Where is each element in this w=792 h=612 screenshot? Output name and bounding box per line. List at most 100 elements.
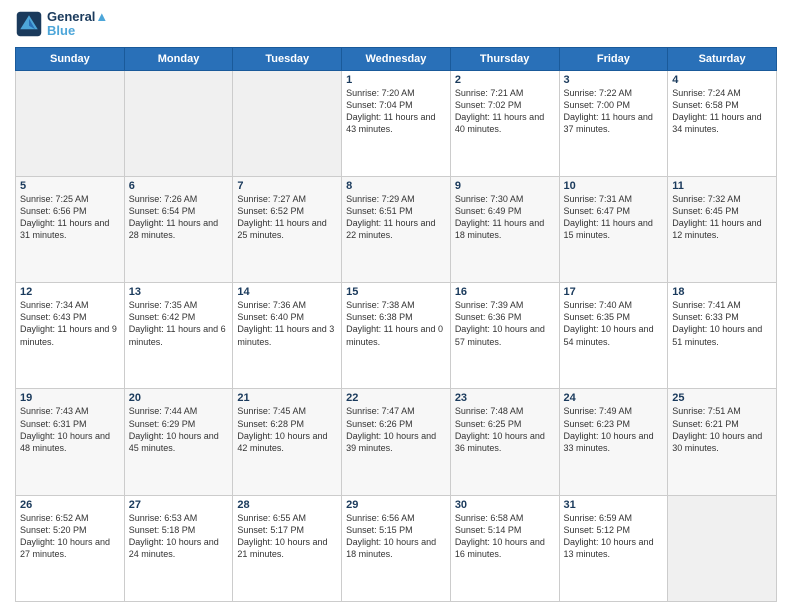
day-info: Sunrise: 7:39 AMSunset: 6:36 PMDaylight:… [455, 299, 555, 348]
day-info: Sunrise: 7:34 AMSunset: 6:43 PMDaylight:… [20, 299, 120, 348]
calendar-cell: 5 Sunrise: 7:25 AMSunset: 6:56 PMDayligh… [16, 176, 125, 282]
day-info: Sunrise: 7:27 AMSunset: 6:52 PMDaylight:… [237, 193, 337, 242]
day-number: 9 [455, 180, 555, 192]
day-info: Sunrise: 7:51 AMSunset: 6:21 PMDaylight:… [672, 405, 772, 454]
day-number: 11 [672, 180, 772, 192]
calendar-cell: 18 Sunrise: 7:41 AMSunset: 6:33 PMDaylig… [668, 283, 777, 389]
calendar-cell: 22 Sunrise: 7:47 AMSunset: 6:26 PMDaylig… [342, 389, 451, 495]
calendar-cell [233, 70, 342, 176]
calendar-cell: 1 Sunrise: 7:20 AMSunset: 7:04 PMDayligh… [342, 70, 451, 176]
day-number: 12 [20, 286, 120, 298]
calendar-cell: 27 Sunrise: 6:53 AMSunset: 5:18 PMDaylig… [124, 495, 233, 601]
day-info: Sunrise: 7:48 AMSunset: 6:25 PMDaylight:… [455, 405, 555, 454]
calendar-cell: 11 Sunrise: 7:32 AMSunset: 6:45 PMDaylig… [668, 176, 777, 282]
day-number: 23 [455, 392, 555, 404]
day-info: Sunrise: 7:49 AMSunset: 6:23 PMDaylight:… [564, 405, 664, 454]
calendar-cell: 28 Sunrise: 6:55 AMSunset: 5:17 PMDaylig… [233, 495, 342, 601]
day-info: Sunrise: 7:35 AMSunset: 6:42 PMDaylight:… [129, 299, 229, 348]
calendar-cell: 17 Sunrise: 7:40 AMSunset: 6:35 PMDaylig… [559, 283, 668, 389]
day-number: 22 [346, 392, 446, 404]
calendar-cell [124, 70, 233, 176]
day-number: 5 [20, 180, 120, 192]
day-info: Sunrise: 7:45 AMSunset: 6:28 PMDaylight:… [237, 405, 337, 454]
calendar-cell [16, 70, 125, 176]
calendar-cell: 25 Sunrise: 7:51 AMSunset: 6:21 PMDaylig… [668, 389, 777, 495]
day-number: 18 [672, 286, 772, 298]
day-info: Sunrise: 7:43 AMSunset: 6:31 PMDaylight:… [20, 405, 120, 454]
day-number: 14 [237, 286, 337, 298]
day-number: 25 [672, 392, 772, 404]
day-info: Sunrise: 6:52 AMSunset: 5:20 PMDaylight:… [20, 512, 120, 561]
logo-icon [15, 10, 43, 38]
calendar-cell: 16 Sunrise: 7:39 AMSunset: 6:36 PMDaylig… [450, 283, 559, 389]
day-info: Sunrise: 7:40 AMSunset: 6:35 PMDaylight:… [564, 299, 664, 348]
day-number: 29 [346, 499, 446, 511]
day-info: Sunrise: 7:20 AMSunset: 7:04 PMDaylight:… [346, 87, 446, 136]
calendar-cell: 10 Sunrise: 7:31 AMSunset: 6:47 PMDaylig… [559, 176, 668, 282]
day-number: 17 [564, 286, 664, 298]
day-number: 24 [564, 392, 664, 404]
weekday-header: Friday [559, 47, 668, 70]
calendar-cell: 13 Sunrise: 7:35 AMSunset: 6:42 PMDaylig… [124, 283, 233, 389]
weekday-header: Saturday [668, 47, 777, 70]
day-info: Sunrise: 7:32 AMSunset: 6:45 PMDaylight:… [672, 193, 772, 242]
calendar-cell: 26 Sunrise: 6:52 AMSunset: 5:20 PMDaylig… [16, 495, 125, 601]
calendar-cell: 15 Sunrise: 7:38 AMSunset: 6:38 PMDaylig… [342, 283, 451, 389]
day-info: Sunrise: 7:29 AMSunset: 6:51 PMDaylight:… [346, 193, 446, 242]
day-info: Sunrise: 7:47 AMSunset: 6:26 PMDaylight:… [346, 405, 446, 454]
day-info: Sunrise: 7:36 AMSunset: 6:40 PMDaylight:… [237, 299, 337, 348]
day-info: Sunrise: 7:30 AMSunset: 6:49 PMDaylight:… [455, 193, 555, 242]
calendar-cell: 19 Sunrise: 7:43 AMSunset: 6:31 PMDaylig… [16, 389, 125, 495]
day-number: 19 [20, 392, 120, 404]
day-info: Sunrise: 6:53 AMSunset: 5:18 PMDaylight:… [129, 512, 229, 561]
day-number: 31 [564, 499, 664, 511]
weekday-header: Wednesday [342, 47, 451, 70]
calendar-cell: 21 Sunrise: 7:45 AMSunset: 6:28 PMDaylig… [233, 389, 342, 495]
day-info: Sunrise: 7:25 AMSunset: 6:56 PMDaylight:… [20, 193, 120, 242]
day-info: Sunrise: 6:55 AMSunset: 5:17 PMDaylight:… [237, 512, 337, 561]
logo: General▲ Blue [15, 10, 108, 39]
weekday-header: Tuesday [233, 47, 342, 70]
day-info: Sunrise: 7:22 AMSunset: 7:00 PMDaylight:… [564, 87, 664, 136]
day-info: Sunrise: 6:59 AMSunset: 5:12 PMDaylight:… [564, 512, 664, 561]
day-info: Sunrise: 6:58 AMSunset: 5:14 PMDaylight:… [455, 512, 555, 561]
calendar-cell [668, 495, 777, 601]
calendar-table: SundayMondayTuesdayWednesdayThursdayFrid… [15, 47, 777, 602]
day-number: 27 [129, 499, 229, 511]
day-info: Sunrise: 7:31 AMSunset: 6:47 PMDaylight:… [564, 193, 664, 242]
day-number: 4 [672, 74, 772, 86]
calendar-cell: 7 Sunrise: 7:27 AMSunset: 6:52 PMDayligh… [233, 176, 342, 282]
day-number: 16 [455, 286, 555, 298]
day-info: Sunrise: 7:21 AMSunset: 7:02 PMDaylight:… [455, 87, 555, 136]
calendar-cell: 9 Sunrise: 7:30 AMSunset: 6:49 PMDayligh… [450, 176, 559, 282]
day-number: 8 [346, 180, 446, 192]
day-number: 20 [129, 392, 229, 404]
day-number: 28 [237, 499, 337, 511]
day-info: Sunrise: 7:26 AMSunset: 6:54 PMDaylight:… [129, 193, 229, 242]
calendar-cell: 20 Sunrise: 7:44 AMSunset: 6:29 PMDaylig… [124, 389, 233, 495]
page-header: General▲ Blue [15, 10, 777, 39]
calendar-cell: 2 Sunrise: 7:21 AMSunset: 7:02 PMDayligh… [450, 70, 559, 176]
weekday-header: Thursday [450, 47, 559, 70]
day-number: 21 [237, 392, 337, 404]
day-info: Sunrise: 6:56 AMSunset: 5:15 PMDaylight:… [346, 512, 446, 561]
day-info: Sunrise: 7:38 AMSunset: 6:38 PMDaylight:… [346, 299, 446, 348]
day-number: 30 [455, 499, 555, 511]
day-number: 6 [129, 180, 229, 192]
day-number: 13 [129, 286, 229, 298]
day-info: Sunrise: 7:44 AMSunset: 6:29 PMDaylight:… [129, 405, 229, 454]
day-info: Sunrise: 7:24 AMSunset: 6:58 PMDaylight:… [672, 87, 772, 136]
calendar-cell: 29 Sunrise: 6:56 AMSunset: 5:15 PMDaylig… [342, 495, 451, 601]
calendar-cell: 4 Sunrise: 7:24 AMSunset: 6:58 PMDayligh… [668, 70, 777, 176]
day-number: 15 [346, 286, 446, 298]
calendar-cell: 3 Sunrise: 7:22 AMSunset: 7:00 PMDayligh… [559, 70, 668, 176]
day-number: 7 [237, 180, 337, 192]
calendar-cell: 30 Sunrise: 6:58 AMSunset: 5:14 PMDaylig… [450, 495, 559, 601]
calendar-cell: 14 Sunrise: 7:36 AMSunset: 6:40 PMDaylig… [233, 283, 342, 389]
weekday-header: Monday [124, 47, 233, 70]
calendar-cell: 23 Sunrise: 7:48 AMSunset: 6:25 PMDaylig… [450, 389, 559, 495]
day-number: 2 [455, 74, 555, 86]
day-number: 3 [564, 74, 664, 86]
weekday-header: Sunday [16, 47, 125, 70]
day-info: Sunrise: 7:41 AMSunset: 6:33 PMDaylight:… [672, 299, 772, 348]
